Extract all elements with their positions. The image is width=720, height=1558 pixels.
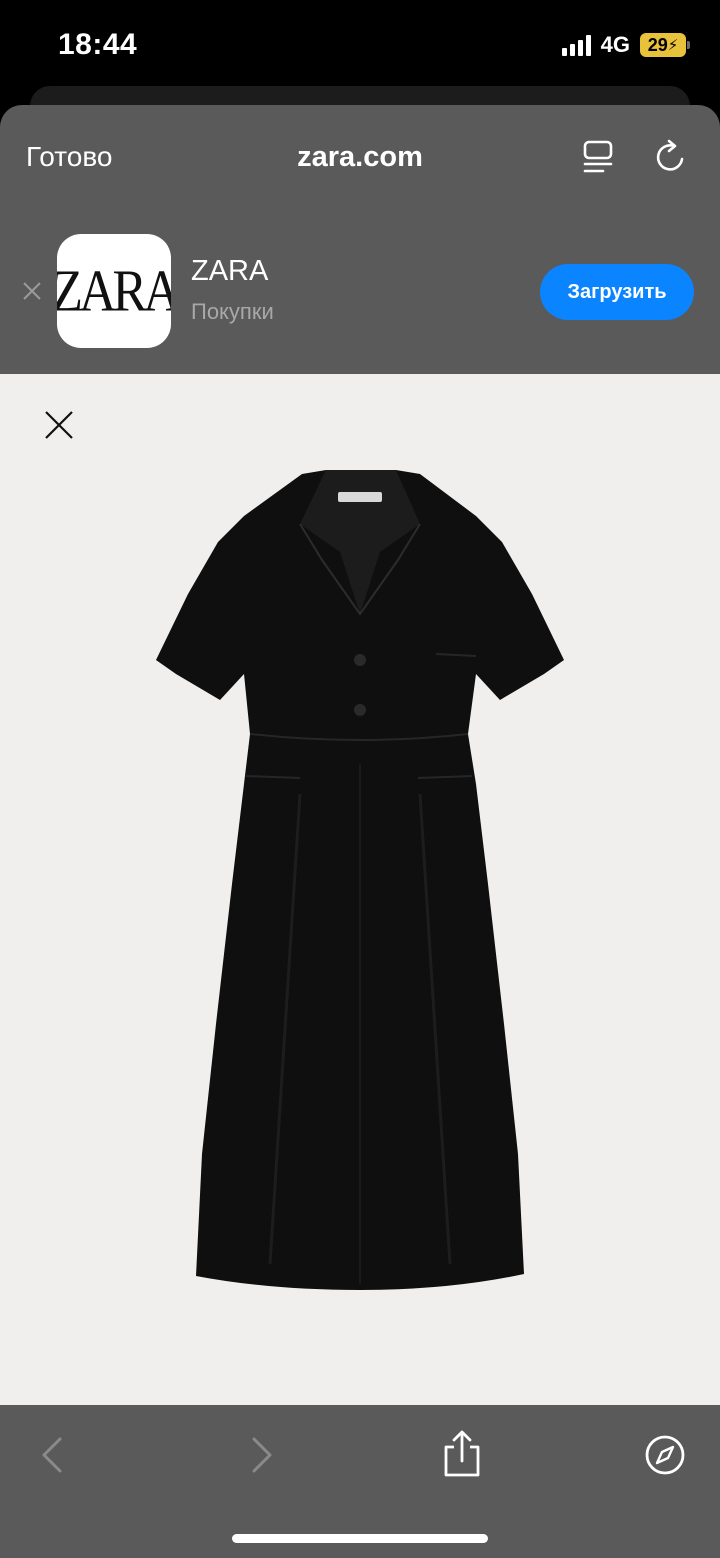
- download-app-button[interactable]: Загрузить: [540, 264, 694, 320]
- browser-sheet: Готово zara.com ZARA ZARA Покупки Загруз…: [0, 105, 720, 1558]
- status-bar: 18:44 4G 29 ⚡: [0, 0, 720, 90]
- forward-chevron-icon[interactable]: [238, 1433, 282, 1477]
- battery-level: 29: [647, 34, 668, 55]
- battery-icon: 29 ⚡: [640, 33, 690, 57]
- home-indicator[interactable]: [232, 1534, 488, 1543]
- status-indicators: 4G 29 ⚡: [561, 32, 690, 58]
- browser-top-bar: Готово zara.com: [0, 105, 720, 215]
- app-name: ZARA: [191, 255, 269, 287]
- close-icon[interactable]: [44, 410, 74, 440]
- product-image[interactable]: [150, 464, 570, 1294]
- cellular-signal-icon: [561, 34, 591, 56]
- reader-view-icon[interactable]: [581, 139, 617, 175]
- charging-bolt-icon: ⚡: [667, 37, 679, 54]
- done-button[interactable]: Готово: [26, 141, 112, 173]
- banner-close-icon[interactable]: [22, 281, 42, 301]
- compass-icon[interactable]: [643, 1433, 687, 1477]
- zara-logo: ZARA: [57, 258, 171, 324]
- reload-icon[interactable]: [652, 138, 690, 176]
- browser-toolbar: [0, 1405, 720, 1558]
- app-category: Покупки: [191, 299, 274, 324]
- web-content: [0, 374, 720, 1405]
- network-type: 4G: [600, 32, 630, 57]
- zara-app-icon[interactable]: ZARA: [57, 234, 171, 348]
- back-chevron-icon[interactable]: [32, 1433, 76, 1477]
- status-time: 18:44: [58, 28, 138, 61]
- share-icon[interactable]: [440, 1429, 484, 1479]
